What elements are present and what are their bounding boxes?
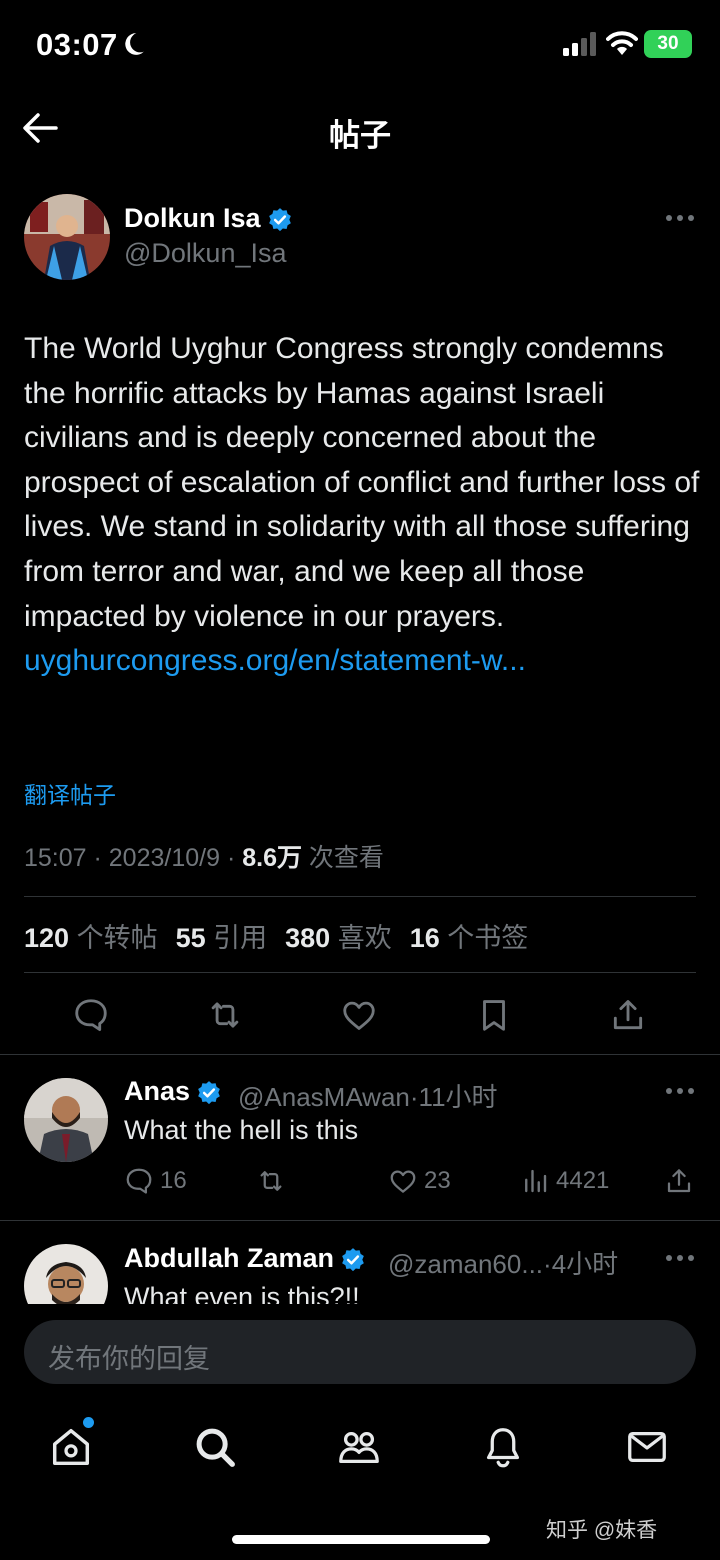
reply-compose-input[interactable]: 发布你的回复: [24, 1320, 696, 1384]
reply-handle-text[interactable]: @AnasMAwan: [238, 1082, 410, 1112]
post-text: The World Uyghur Congress strongly conde…: [24, 332, 700, 633]
reply-replies-button[interactable]: 16: [124, 1164, 187, 1196]
divider: [0, 1220, 720, 1221]
home-icon[interactable]: [48, 1424, 94, 1470]
search-icon[interactable]: [192, 1424, 238, 1470]
repost-icon[interactable]: [206, 996, 244, 1034]
reply-share-button[interactable]: [664, 1164, 694, 1196]
post-detail-screen: 03:07 30 帖子 Dolkun Isa @Dolkun_Isa The W…: [0, 0, 720, 1560]
reply-compose-placeholder: 发布你的回复: [48, 1344, 210, 1374]
post-content: The World Uyghur Congress strongly conde…: [24, 327, 704, 684]
home-indicator[interactable]: [232, 1535, 490, 1544]
reply-author-handle[interactable]: @AnasMAwan·11小时: [238, 1077, 498, 1114]
post-timestamp: 15:07 · 2023/10/9 ·: [24, 844, 243, 872]
post-more-icon[interactable]: [666, 213, 696, 223]
reply-author-name-text[interactable]: Abdullah Zaman: [124, 1243, 334, 1273]
battery-level: 30: [657, 33, 679, 54]
reply-text: What the hell is this: [124, 1115, 359, 1145]
translate-post-link[interactable]: 翻译帖子: [24, 776, 116, 810]
verified-badge-icon: [198, 1080, 220, 1105]
reply-repost-button[interactable]: [256, 1164, 286, 1196]
share-icon: [667, 1168, 691, 1192]
likes-count[interactable]: 380: [285, 923, 330, 953]
bookmarks-count[interactable]: 16: [410, 923, 440, 953]
post-stats: 120 个转帖 55 引用 380 喜欢 16 个书签: [24, 916, 528, 955]
reply-text: What even is this?!!: [124, 1282, 360, 1304]
repost-icon: [260, 1170, 282, 1191]
communities-icon[interactable]: [336, 1424, 382, 1470]
author-name-text[interactable]: Dolkun Isa: [124, 203, 261, 233]
battery-icon: 30: [644, 30, 692, 58]
analytics-icon: [525, 1169, 547, 1192]
author-handle[interactable]: @Dolkun_Isa: [124, 238, 287, 269]
reply-more-icon[interactable]: [666, 1086, 696, 1096]
reply-more-icon[interactable]: [666, 1253, 696, 1263]
bookmarks-label[interactable]: 个书签: [440, 923, 528, 953]
reposts-count[interactable]: 120: [24, 923, 69, 953]
notifications-bell-icon[interactable]: [480, 1424, 526, 1470]
reply-replies-count: 16: [160, 1166, 187, 1194]
messages-envelope-icon[interactable]: [624, 1424, 670, 1470]
like-icon[interactable]: [340, 996, 378, 1034]
reply-time: ·4小时: [543, 1249, 619, 1279]
post-views-count[interactable]: 8.6万: [242, 844, 302, 872]
reposts-label[interactable]: 个转帖: [69, 923, 158, 953]
reply-item[interactable]: Abdullah Zaman @zaman60...·4小时 What even…: [0, 1230, 720, 1304]
quotes-label[interactable]: 引用: [206, 923, 267, 953]
reply-author-handle[interactable]: @zaman60...·4小时: [388, 1244, 618, 1281]
divider: [24, 896, 696, 897]
verified-badge-icon: [342, 1247, 364, 1272]
quotes-count[interactable]: 55: [176, 923, 206, 953]
divider: [24, 972, 696, 973]
reply-time: ·11小时: [409, 1082, 498, 1112]
reply-author-name[interactable]: Anas: [124, 1076, 222, 1107]
post-views-label: 次查看: [301, 844, 384, 872]
reply-like-button[interactable]: 23: [388, 1164, 451, 1196]
reply-author-name[interactable]: Abdullah Zaman: [124, 1243, 366, 1274]
post-meta: 15:07 · 2023/10/9 · 8.6万 次查看: [24, 838, 384, 874]
reply-icon: [126, 1168, 152, 1194]
verified-badge-icon: [268, 207, 291, 232]
notification-dot: [83, 1417, 94, 1428]
post-link[interactable]: uyghurcongress.org/en/statement-w...: [24, 639, 704, 684]
moon-icon: [125, 33, 144, 55]
cellular-signal-icon: [563, 32, 596, 56]
reply-likes-count: 23: [424, 1166, 451, 1194]
author-name[interactable]: Dolkun Isa: [124, 203, 293, 234]
reply-views-count: 4421: [556, 1166, 610, 1194]
status-time: 03:07: [36, 27, 118, 62]
like-icon: [390, 1170, 416, 1193]
share-icon[interactable]: [609, 996, 647, 1034]
likes-label[interactable]: 喜欢: [330, 923, 392, 953]
top-nav: 帖子: [0, 90, 720, 170]
reply-avatar[interactable]: [24, 1244, 108, 1304]
watermark: 知乎 @妹香: [546, 1519, 658, 1542]
author-avatar[interactable]: [24, 194, 110, 280]
reply-handle-text[interactable]: @zaman60...: [388, 1249, 543, 1279]
page-title: 帖子: [329, 118, 391, 153]
reply-avatar[interactable]: [24, 1078, 108, 1162]
divider: [0, 1054, 720, 1055]
status-bar: 03:07 30: [0, 0, 720, 90]
bookmark-icon[interactable]: [475, 996, 513, 1034]
wifi-icon: [606, 31, 638, 55]
reply-author-name-text[interactable]: Anas: [124, 1076, 190, 1106]
reply-views-button[interactable]: 4421: [520, 1164, 609, 1196]
reply-icon[interactable]: [72, 996, 110, 1034]
